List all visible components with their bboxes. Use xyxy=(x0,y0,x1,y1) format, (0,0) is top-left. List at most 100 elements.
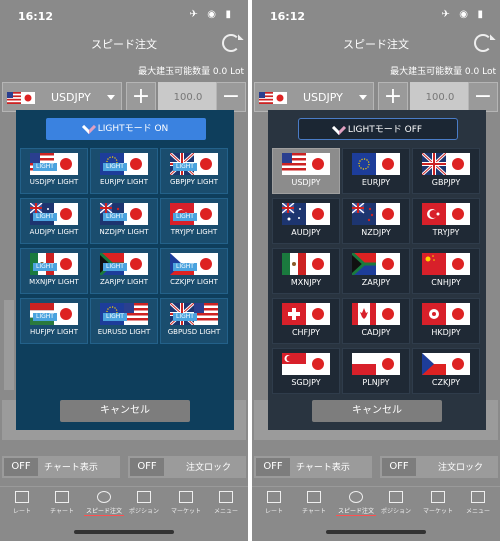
tab-label: ポジション xyxy=(128,508,159,515)
tab-chart[interactable]: チャート xyxy=(42,491,82,515)
light-mode-toggle-button[interactable]: LIGHTモード ON xyxy=(46,118,206,140)
max-lot-text: 最大建玉可能数量 0.0 Lot xyxy=(390,67,496,77)
page-title: スピード注文 xyxy=(343,38,409,51)
pair-item-czkjpy-light[interactable]: LIGHT CZKJPY LIGHT xyxy=(160,248,228,294)
quantity-input[interactable] xyxy=(410,82,470,112)
tab-market[interactable]: マーケット xyxy=(166,491,206,515)
pair-item-gbpjpy[interactable]: GBPJPY xyxy=(412,148,480,194)
page-title: スピード注文 xyxy=(91,38,157,51)
pair-item-tryjpy[interactable]: TRYJPY xyxy=(412,198,480,244)
pair-item-sgdjpy[interactable]: SGDJPY xyxy=(272,348,340,394)
tab-label: マーケット xyxy=(422,508,453,515)
pair-item-label: ZARJPY LIGHT xyxy=(99,278,148,286)
pair-item-gbpjpy-light[interactable]: LIGHT GBPJPY LIGHT xyxy=(160,148,228,194)
pair-item-eurjpy-light[interactable]: LIGHT EURJPY LIGHT xyxy=(90,148,158,194)
cnhjpy-flag-icon xyxy=(422,253,470,275)
screen-light-off: 16:12 ✈ ◉ ▮ スピード注文 最大建玉可能数量 0.0 Lot USDJ… xyxy=(252,0,500,541)
status-time: 16:12 xyxy=(18,10,54,23)
home-indicator xyxy=(74,530,174,534)
pair-item-hufjpy-light[interactable]: LIGHT HUFJPY LIGHT xyxy=(20,298,88,344)
currency-pair-select[interactable]: USDJPY xyxy=(254,82,374,112)
tab-market[interactable]: マーケット xyxy=(418,491,458,515)
order-lock-label: 注文ロック xyxy=(438,463,484,473)
pair-item-audjpy-light[interactable]: LIGHT AUDJPY LIGHT xyxy=(20,198,88,244)
status-icons: ✈ ◉ ▮ xyxy=(441,9,486,20)
tab-rate[interactable]: レート xyxy=(254,491,294,515)
pair-item-gbpusd-light[interactable]: LIGHT GBPUSD LIGHT xyxy=(160,298,228,344)
currency-pair-select[interactable]: USDJPY xyxy=(2,82,122,112)
light-badge: LIGHT xyxy=(103,313,127,321)
light-badge: LIGHT xyxy=(103,213,127,221)
order-lock-toggle[interactable]: OFF 注文ロック xyxy=(380,456,498,478)
pair-item-cadjpy[interactable]: CADJPY xyxy=(342,298,410,344)
refresh-icon[interactable] xyxy=(474,34,492,52)
nzdjpy-flag-icon xyxy=(352,203,400,225)
pair-item-usdjpy[interactable]: USDJPY xyxy=(272,148,340,194)
cancel-button[interactable]: キャンセル xyxy=(60,400,190,422)
tab-rate[interactable]: レート xyxy=(2,491,42,515)
tab-menu[interactable]: メニュー xyxy=(458,491,498,515)
tab-label: チャート xyxy=(50,508,74,515)
bar-chart-icon xyxy=(137,491,151,503)
tab-chart[interactable]: チャート xyxy=(294,491,334,515)
newspaper-icon xyxy=(431,491,445,503)
pair-item-zarjpy[interactable]: ZARJPY xyxy=(342,248,410,294)
pair-item-label: EURJPY LIGHT xyxy=(100,178,148,186)
pair-item-mxnjpy-light[interactable]: LIGHT MXNJPY LIGHT xyxy=(20,248,88,294)
order-lock-toggle[interactable]: OFF 注文ロック xyxy=(128,456,246,478)
cancel-button[interactable]: キャンセル xyxy=(312,400,442,422)
light-badge: LIGHT xyxy=(173,313,197,321)
refresh-icon[interactable] xyxy=(222,34,240,52)
pair-item-audjpy[interactable]: AUDJPY xyxy=(272,198,340,244)
pair-item-label: HKDJPY xyxy=(431,328,461,337)
tab-speed-order[interactable]: スピード注文 xyxy=(336,491,376,516)
light-badge: LIGHT xyxy=(33,213,57,221)
pair-item-usdjpy-light[interactable]: LIGHT USDJPY LIGHT xyxy=(20,148,88,194)
pair-item-cnhjpy[interactable]: CNHJPY xyxy=(412,248,480,294)
pair-item-label: USDJPY xyxy=(291,178,321,187)
pair-item-nzdjpy-light[interactable]: LIGHT NZDJPY LIGHT xyxy=(90,198,158,244)
pair-item-czkjpy[interactable]: CZKJPY xyxy=(412,348,480,394)
status-time: 16:12 xyxy=(270,10,306,23)
pair-item-plnjpy[interactable]: PLNJPY xyxy=(342,348,410,394)
pair-item-eurjpy[interactable]: EURJPY xyxy=(342,148,410,194)
pair-item-zarjpy-light[interactable]: LIGHT ZARJPY LIGHT xyxy=(90,248,158,294)
chart-toggle-state: OFF xyxy=(4,458,38,476)
tab-bar: レート チャート スピード注文 ポジション マーケット メニュー xyxy=(0,486,248,523)
quantity-input[interactable] xyxy=(158,82,218,112)
tab-position[interactable]: ポジション xyxy=(124,491,164,515)
pair-item-label: GBPUSD LIGHT xyxy=(167,328,221,336)
tab-label: レート xyxy=(264,508,283,515)
tryjpy-flag-icon xyxy=(422,203,470,225)
audjpy-flag-icon xyxy=(282,203,330,225)
pair-item-eurusd-light[interactable]: LIGHT EURUSD LIGHT xyxy=(90,298,158,344)
pair-item-label: SGDJPY xyxy=(291,378,321,387)
usdjpy-flag-icon xyxy=(259,92,287,104)
eurjpy-flag-icon xyxy=(352,153,400,175)
chart-toggle[interactable]: OFF チャート表示 xyxy=(2,456,120,478)
tab-speed-order[interactable]: スピード注文 xyxy=(84,491,124,516)
pair-item-label: NZDJPY LIGHT xyxy=(99,228,149,236)
tab-position[interactable]: ポジション xyxy=(376,491,416,515)
pair-item-chfjpy[interactable]: CHFJPY xyxy=(272,298,340,344)
plus-button[interactable]: + xyxy=(378,82,408,112)
pair-item-label: HUFJPY LIGHT xyxy=(30,328,78,336)
tab-label: スピード注文 xyxy=(85,508,122,515)
pair-item-label: TRYJPY LIGHT xyxy=(170,228,218,236)
pair-item-label: ZARJPY xyxy=(361,278,391,287)
pair-item-tryjpy-light[interactable]: LIGHT TRYJPY LIGHT xyxy=(160,198,228,244)
minus-button[interactable]: − xyxy=(216,82,246,112)
pair-item-nzdjpy[interactable]: NZDJPY xyxy=(342,198,410,244)
chevron-down-icon xyxy=(359,95,367,104)
pair-item-hkdjpy[interactable]: HKDJPY xyxy=(412,298,480,344)
minus-button[interactable]: − xyxy=(468,82,498,112)
pair-item-mxnjpy[interactable]: MXNJPY xyxy=(272,248,340,294)
plus-button[interactable]: + xyxy=(126,82,156,112)
chart-toggle[interactable]: OFF チャート表示 xyxy=(254,456,372,478)
light-badge: LIGHT xyxy=(33,313,57,321)
tab-menu[interactable]: メニュー xyxy=(206,491,246,515)
light-badge: LIGHT xyxy=(33,263,57,271)
tab-label: ポジション xyxy=(380,508,411,515)
pair-item-label: MXNJPY xyxy=(290,278,322,287)
light-mode-toggle-button[interactable]: LIGHTモード OFF xyxy=(298,118,458,140)
